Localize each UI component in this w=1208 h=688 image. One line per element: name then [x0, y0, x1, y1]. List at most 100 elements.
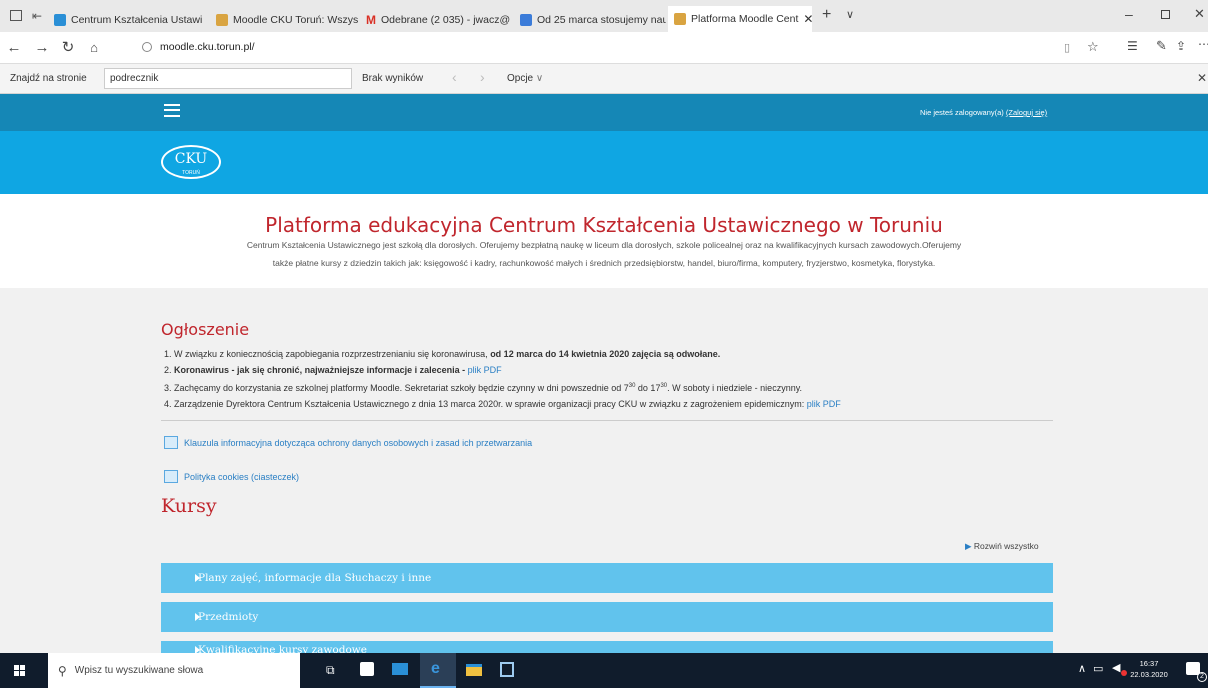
- notification-count: 2: [1197, 672, 1207, 682]
- back-icon[interactable]: ←: [4, 37, 24, 59]
- intro-line-2: także płatne kursy z dziedzin takich jak…: [272, 258, 936, 268]
- expand-all-label: Rozwiń wszystko: [973, 541, 1039, 551]
- reading-view-icon[interactable]: ▯: [1064, 41, 1070, 54]
- clause-link[interactable]: Klauzula informacyjna dotycząca ochrony …: [184, 438, 532, 448]
- login-link[interactable]: (Zaloguj się): [1006, 108, 1047, 117]
- cookies-link[interactable]: Polityka cookies (ciasteczek): [184, 472, 299, 482]
- forward-icon[interactable]: →: [32, 37, 52, 59]
- volume-icon[interactable]: ◀: [1112, 661, 1120, 674]
- site-info-icon[interactable]: [142, 42, 152, 52]
- close-tab-icon[interactable]: ✕: [803, 12, 812, 26]
- search-icon: ⚲: [58, 663, 67, 678]
- address-bar-row: ← → ↻ ⌂ moodle.cku.torun.pl/ ▯ ☆ ☰ ✎ ⇪ ⋯: [0, 32, 1208, 64]
- favorite-star-icon[interactable]: ☆: [1087, 39, 1099, 55]
- find-prev-icon[interactable]: ‹: [452, 69, 457, 85]
- home-icon[interactable]: ⌂: [84, 37, 104, 59]
- clause-link-row[interactable]: Klauzula informacyjna dotycząca ochrony …: [164, 436, 532, 449]
- page-icon: [164, 470, 178, 483]
- network-icon[interactable]: ▭: [1093, 662, 1103, 675]
- edge-icon-glyph: e: [431, 660, 440, 677]
- course-category-kwalifikacyjne[interactable]: Kwalifikacyjne kursy zawodowe: [161, 641, 1053, 653]
- announcement-1-bold: od 12 marca do 14 kwietnia 2020 zajęcia …: [490, 349, 721, 359]
- page-title: Platforma edukacyjna Centrum Kształcenia…: [265, 213, 943, 237]
- task-view-icon[interactable]: ⧉: [326, 663, 335, 678]
- login-info: Nie jesteś zalogowany(a) (Zaloguj się): [920, 108, 1047, 117]
- announcement-item-4: 4. Zarządzenie Dyrektora Centrum Kształc…: [164, 396, 841, 412]
- intro-section: Platforma edukacyjna Centrum Kształcenia…: [0, 194, 1208, 288]
- cookies-link-row[interactable]: Polityka cookies (ciasteczek): [164, 470, 299, 483]
- logo-subtext: TORUŃ: [182, 170, 200, 176]
- announcement-list: 1. W związku z koniecznością zapobiegani…: [164, 346, 841, 412]
- tab-favicon-icon: [674, 13, 686, 25]
- close-find-icon[interactable]: ✕: [1197, 71, 1207, 85]
- tab-label: Odebrane (2 035) - jwacz@: [381, 14, 511, 26]
- store-icon[interactable]: [360, 662, 374, 676]
- course-category-przedmioty[interactable]: Przedmioty: [161, 602, 1053, 632]
- notes-app-icon[interactable]: [500, 662, 514, 677]
- find-result: Brak wyników: [362, 73, 424, 84]
- course-category-plany[interactable]: Plany zajęć, informacje dla Słuchaczy i …: [161, 563, 1053, 593]
- announcement-2-pdf-link[interactable]: plik PDF: [468, 365, 502, 375]
- tab-moodle-cku[interactable]: Moodle CKU Toruń: Wszystł: [210, 8, 358, 32]
- tray-chevron-icon[interactable]: ∧: [1078, 662, 1086, 675]
- find-bar: Znajdź na stronie podrecznik Brak wynikó…: [0, 64, 1208, 94]
- tab-gmail[interactable]: M Odebrane (2 035) - jwacz@: [360, 8, 512, 32]
- clock[interactable]: 16:37 22.03.2020: [1128, 658, 1170, 680]
- site-navbar: Nie jesteś zalogowany(a) (Zaloguj się): [0, 94, 1208, 131]
- favorites-list-icon[interactable]: ☰: [1127, 39, 1138, 53]
- windows-taskbar: ⚲ Wpisz tu wyszukiwane słowa ⧉ e ∧ ▭ ◀ 1…: [0, 653, 1208, 688]
- taskbar-search-box[interactable]: ⚲ Wpisz tu wyszukiwane słowa: [48, 653, 300, 688]
- more-menu-icon[interactable]: ⋯: [1198, 37, 1208, 51]
- intro-line-1: Centrum Kształcenia Ustawicznego jest sz…: [246, 240, 962, 250]
- find-next-icon[interactable]: ›: [480, 69, 485, 85]
- cku-logo[interactable]: CKU TORUŃ: [161, 145, 221, 179]
- file-explorer-icon[interactable]: [466, 664, 482, 676]
- announcement-3-text-c: . W soboty i niedziele - nieczynny.: [667, 383, 803, 393]
- tab-list-chevron-icon[interactable]: ∨: [846, 8, 854, 21]
- course-category-label: Przedmioty: [198, 611, 259, 623]
- expand-all-button[interactable]: ▶ Rozwiń wszystko: [965, 541, 1039, 552]
- page-icon: [164, 436, 178, 449]
- find-options-button[interactable]: Opcje ∨: [507, 73, 543, 84]
- expand-triangle-icon: [195, 613, 200, 621]
- pen-notes-icon[interactable]: ✎: [1156, 38, 1167, 54]
- tab-centrum[interactable]: Centrum Kształcenia Ustawi: [48, 8, 208, 32]
- find-query: podrecznik: [110, 73, 159, 84]
- announcement-item-3: 3. Zachęcamy do korzystania ze szkolnej …: [164, 378, 841, 396]
- divider: [161, 420, 1053, 421]
- courses-heading: Kursy: [161, 495, 217, 517]
- announcement-2-num: 2.: [164, 365, 172, 375]
- tab-od-25-marca[interactable]: Od 25 marca stosujemy nau: [514, 8, 666, 32]
- course-category-label: Kwalifikacyjne kursy zawodowe: [198, 644, 367, 653]
- tab-label: Centrum Kształcenia Ustawi: [71, 14, 203, 26]
- mail-icon[interactable]: [392, 663, 408, 675]
- tab-favicon-icon: [216, 14, 228, 26]
- url-field[interactable]: moodle.cku.torun.pl/: [160, 41, 255, 53]
- back-tabs-icon[interactable]: ⇤: [32, 9, 42, 23]
- tab-label: Platforma Moodle Cent: [691, 13, 799, 25]
- find-label: Znajdź na stronie: [10, 73, 87, 84]
- new-tab-icon[interactable]: +: [822, 6, 831, 24]
- announcement-3-text-a: 3. Zachęcamy do korzystania ze szkolnej …: [164, 383, 629, 393]
- minimize-icon[interactable]: –: [1125, 6, 1133, 22]
- close-window-icon[interactable]: ✕: [1194, 6, 1205, 22]
- expand-triangle-icon: [195, 574, 200, 582]
- announcement-4-text: 4. Zarządzenie Dyrektora Centrum Kształc…: [164, 399, 805, 409]
- logo-text: CKU: [174, 151, 208, 167]
- tab-favicon-icon: [54, 14, 66, 26]
- announcement-2-bold: Koronawirus - jak się chronić, najważnie…: [174, 365, 466, 375]
- refresh-icon[interactable]: ↻: [58, 37, 78, 59]
- tab-actions-icon[interactable]: [10, 10, 22, 21]
- windows-start-icon[interactable]: [14, 665, 25, 676]
- tab-favicon-icon: [520, 14, 532, 26]
- announcement-4-pdf-link[interactable]: plik PDF: [807, 399, 841, 409]
- clock-time: 16:37: [1139, 659, 1159, 668]
- maximize-icon[interactable]: [1161, 10, 1170, 19]
- taskbar-search-placeholder: Wpisz tu wyszukiwane słowa: [74, 665, 204, 676]
- tab-platforma-moodle[interactable]: Platforma Moodle Cent ✕: [668, 6, 812, 32]
- expand-triangle-icon: [195, 646, 200, 653]
- recording-indicator-icon: [1121, 670, 1127, 676]
- gmail-icon: M: [366, 13, 376, 27]
- browser-tab-bar: ⇤ Centrum Kształcenia Ustawi Moodle CKU …: [0, 0, 1208, 32]
- share-icon[interactable]: ⇪: [1176, 39, 1186, 53]
